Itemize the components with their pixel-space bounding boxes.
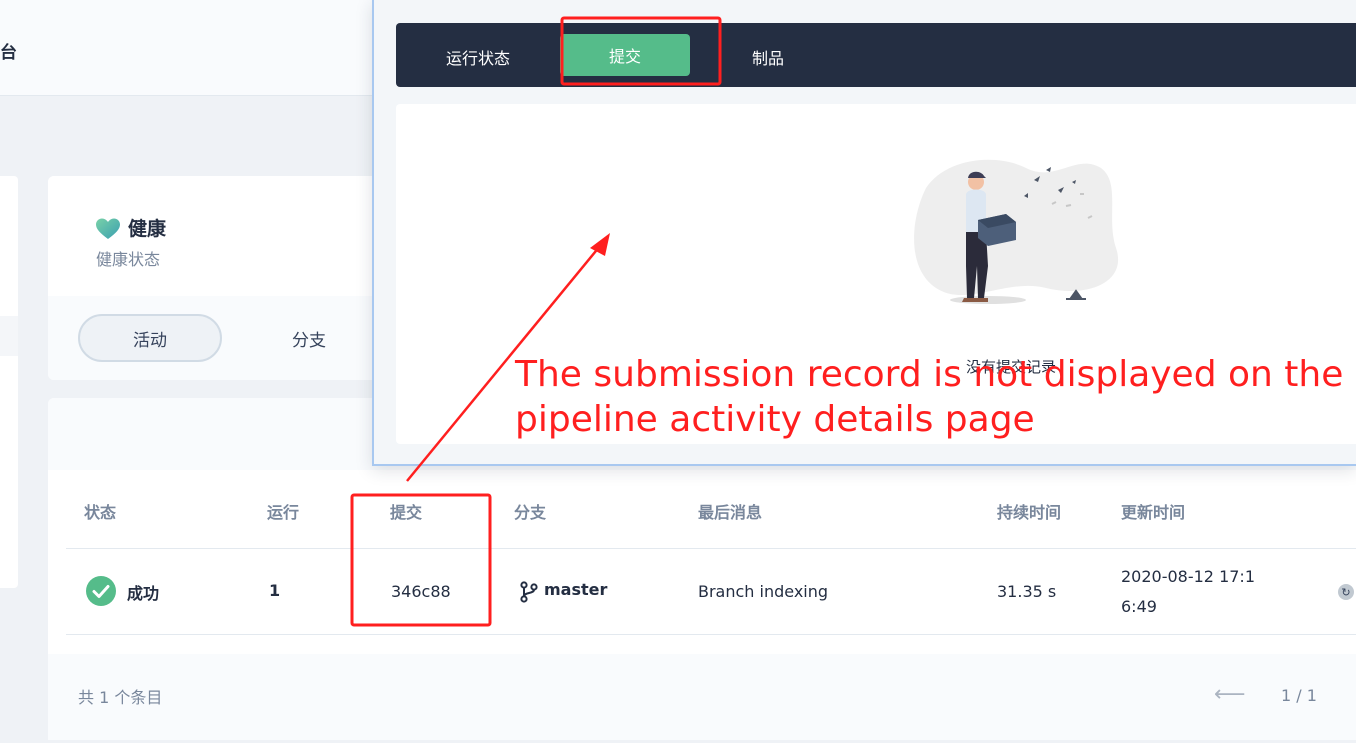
column-header-commit: 提交 (390, 503, 423, 522)
tab-activity[interactable]: 活动 (78, 314, 222, 362)
git-branch-icon (520, 581, 538, 603)
success-icon (86, 576, 116, 606)
list-footer (48, 654, 1356, 740)
duration: 31.35 s (997, 582, 1057, 601)
column-header-run: 运行 (267, 503, 300, 522)
health-title: 健康 (128, 218, 167, 240)
annotation-line-1: The submission record is not displayed o… (515, 354, 1344, 395)
column-header-status: 状态 (84, 503, 117, 522)
page-indicator: 1 / 1 (1281, 686, 1317, 705)
column-header-updated: 更新时间 (1121, 503, 1186, 522)
prev-page-icon[interactable]: ⟵ (1214, 682, 1246, 707)
health-card: 健康 健康状态 活动 分支 (48, 176, 388, 380)
updated-time-line2: 6:49 (1121, 597, 1157, 616)
left-sidebar-band (0, 316, 18, 356)
left-sidebar-card (0, 176, 18, 588)
header-divider (66, 548, 1356, 549)
annotation-text: The submission record is not displayed o… (515, 352, 1345, 442)
heart-icon (96, 218, 120, 239)
column-header-last-message: 最后消息 (698, 503, 763, 522)
column-header-branch: 分支 (514, 503, 547, 522)
tab-commits[interactable]: 提交 (560, 34, 690, 76)
tab-artifacts[interactable]: 制品 (752, 45, 784, 69)
health-subtitle: 健康状态 (96, 250, 161, 269)
page-title: 台 (0, 43, 17, 63)
run-number[interactable]: 1 (269, 581, 280, 600)
status-text: 成功 (127, 584, 160, 603)
row-divider (66, 634, 1356, 635)
annotation-line-2: pipeline activity details page (515, 399, 1035, 440)
tab-branch[interactable]: 分支 (292, 326, 326, 351)
total-count: 共 1 个条目 (78, 688, 163, 707)
tab-run-status[interactable]: 运行状态 (446, 45, 510, 69)
branch-name[interactable]: master (544, 580, 607, 599)
commit-id[interactable]: 346c88 (391, 582, 451, 601)
detail-tab-bar: 运行状态 提交 制品 (396, 23, 1356, 87)
column-header-duration: 持续时间 (997, 503, 1062, 522)
updated-time-line1: 2020-08-12 17:1 (1121, 567, 1255, 586)
last-message: Branch indexing (698, 582, 829, 601)
empty-box-illustration (914, 159, 1119, 304)
rerun-icon[interactable]: ↻ (1338, 584, 1354, 600)
